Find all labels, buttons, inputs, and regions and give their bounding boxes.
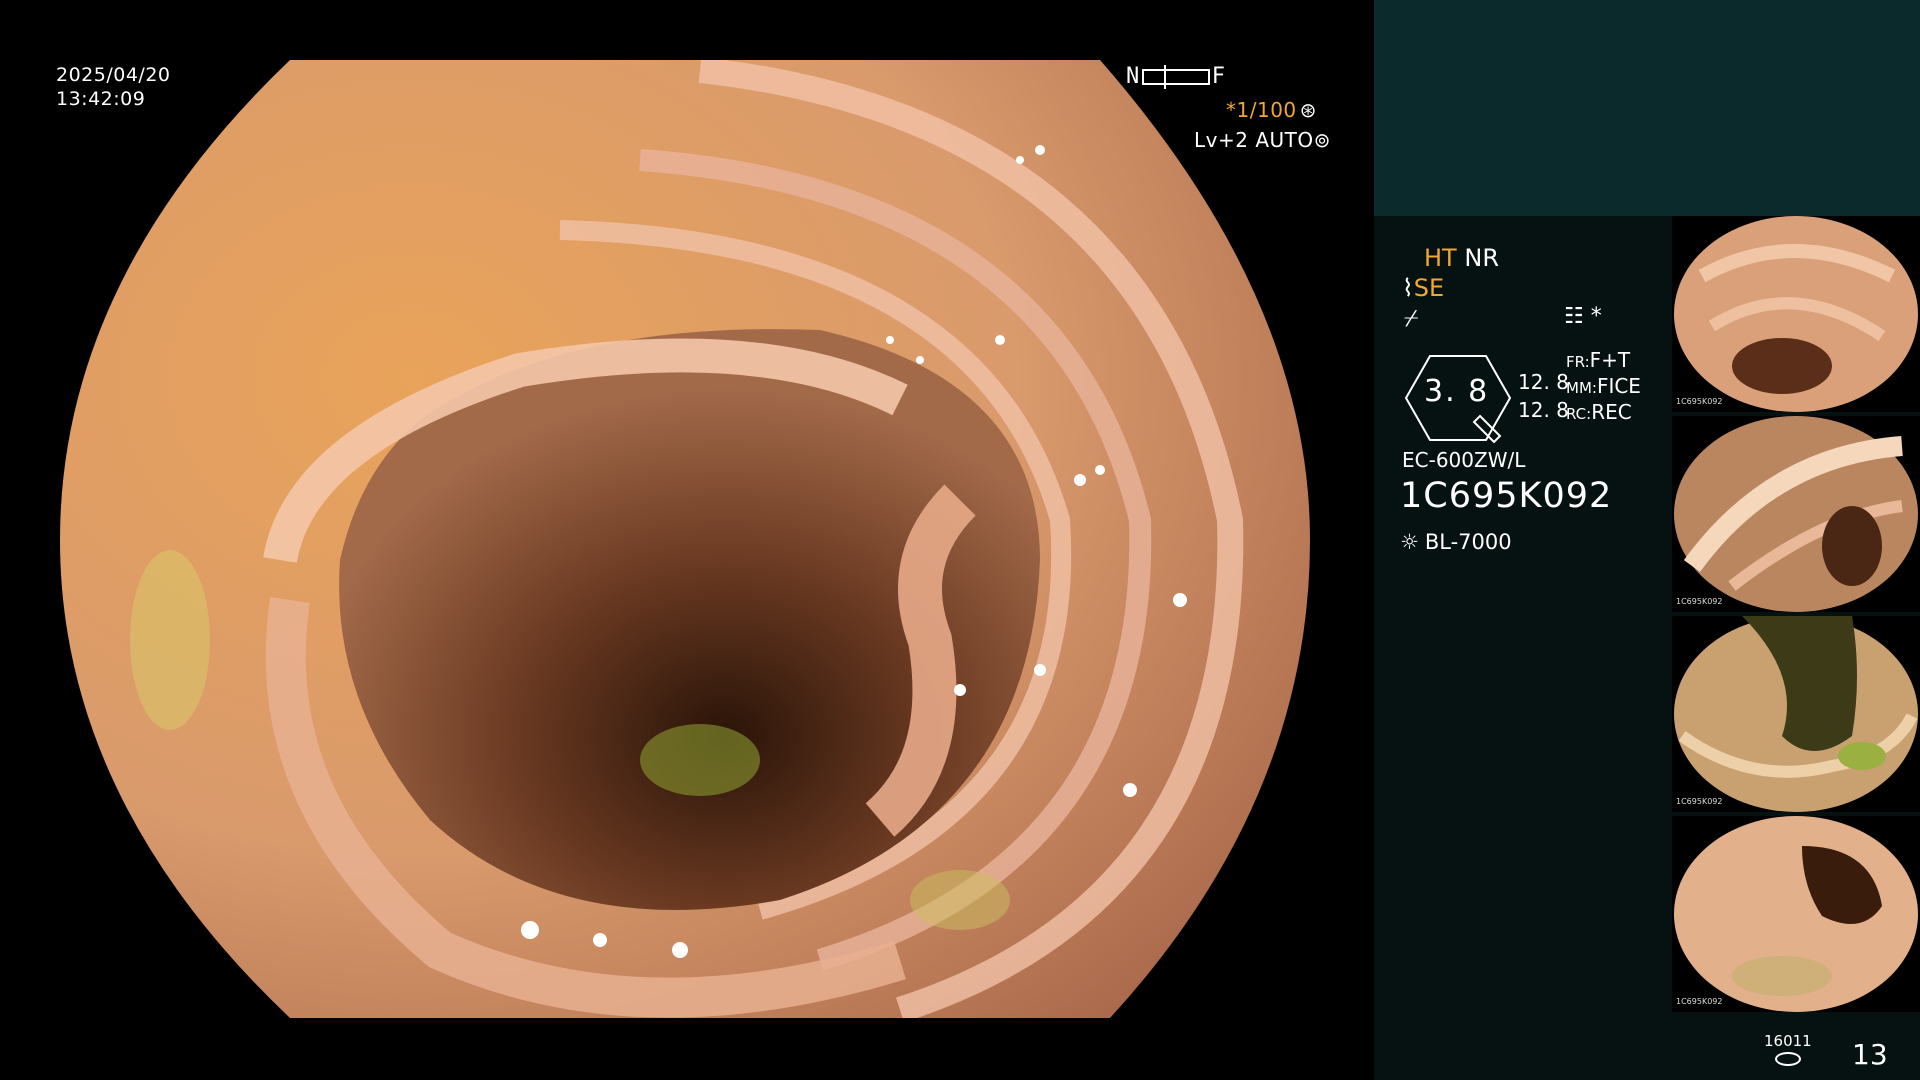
- storage-indicator: 16011: [1764, 1032, 1812, 1066]
- auto-icon: ⊚: [1313, 128, 1331, 152]
- thumbnail-image: [1674, 816, 1918, 1012]
- thumbnail-code: 1C695K092: [1676, 397, 1723, 406]
- thumbnail-code: 1C695K092: [1676, 597, 1723, 606]
- gauge-value: 3. 8: [1424, 374, 1490, 409]
- focus-bar: [1141, 64, 1210, 89]
- fice-value-1: 12. 8: [1518, 370, 1569, 394]
- cut-symbol: ⌿: [1404, 304, 1419, 332]
- rc-label: RC:: [1566, 405, 1592, 423]
- shutter-icon: ⊛: [1299, 98, 1317, 122]
- fice-value-2: 12. 8: [1518, 398, 1569, 422]
- structure-icon: ⌇: [1402, 274, 1414, 302]
- thumbnail-image: [1674, 216, 1918, 412]
- thumbnail-4[interactable]: 1C695K092: [1672, 816, 1920, 1012]
- level-value: Lv+2 AUTO: [1194, 128, 1314, 152]
- mm-value: FICE: [1596, 374, 1641, 398]
- magnification-indicator: *1/100 ⊛: [1226, 98, 1374, 122]
- thumbnail-image: [1674, 616, 1918, 812]
- storage-code: 16011: [1764, 1032, 1812, 1050]
- image-count: 13: [1852, 1038, 1888, 1071]
- fr-label: FR:: [1566, 353, 1590, 371]
- thumbnail-code: 1C695K092: [1676, 797, 1723, 806]
- rc-value: REC: [1591, 400, 1632, 424]
- fr-row: FR:F+T: [1566, 348, 1630, 372]
- date-display: 2025/04/20: [56, 64, 171, 86]
- thumbnail-3[interactable]: 1C695K092: [1672, 616, 1920, 812]
- endoscopic-image: [60, 60, 1310, 1018]
- thumbnail-code: 1C695K092: [1676, 997, 1723, 1006]
- nr-label: NR: [1464, 244, 1499, 272]
- fr-value: F+T: [1589, 348, 1631, 372]
- endoscopic-main-view: 2025/04/20 13:42:09 N F *1/100 ⊛ Lv+2 AUT…: [0, 0, 1374, 1080]
- magnification-value: *1/100: [1226, 98, 1297, 122]
- scope-model: EC-600ZW/L: [1402, 448, 1526, 472]
- rc-row: RC:REC: [1566, 400, 1632, 424]
- time-display: 13:42:09: [56, 88, 146, 110]
- thumbnail-1[interactable]: 1C695K092: [1672, 216, 1920, 412]
- near-label: N: [1126, 64, 1140, 89]
- mm-label: MM:: [1566, 379, 1597, 397]
- light-source-row: ☼ BL-7000: [1400, 530, 1512, 554]
- document-icon-row: ☷ *: [1564, 304, 1602, 329]
- light-icon: ☼: [1400, 530, 1419, 554]
- far-label: F: [1211, 64, 1226, 89]
- thumbnail-image: [1674, 416, 1918, 612]
- panel-header-area: [1374, 0, 1920, 216]
- se-row: ⌇SE: [1402, 274, 1444, 302]
- ht-label: HT: [1424, 244, 1457, 272]
- ht-nr-row: HT NR: [1424, 244, 1499, 272]
- level-indicator: Lv+2 AUTO⊚: [1194, 128, 1331, 152]
- se-label: SE: [1413, 274, 1445, 302]
- storage-icon: [1774, 1052, 1801, 1066]
- near-far-indicator: N F: [1126, 64, 1226, 89]
- light-source-label: BL-7000: [1424, 530, 1512, 554]
- thumbnail-2[interactable]: 1C695K092: [1672, 416, 1920, 612]
- document-icon: ☷: [1564, 304, 1584, 329]
- scope-serial: 1C695K092: [1400, 476, 1613, 516]
- mm-row: MM:FICE: [1566, 374, 1641, 398]
- star-symbol: *: [1590, 304, 1602, 329]
